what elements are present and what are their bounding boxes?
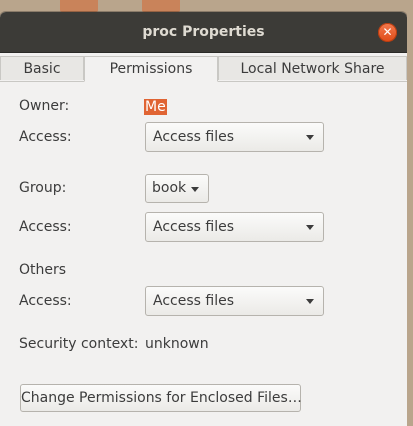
- chevron-down-icon: [191, 187, 199, 192]
- desktop-folder-icon: [60, 0, 98, 12]
- window-title: proc Properties: [142, 24, 265, 40]
- owner-label: Owner:: [19, 98, 70, 114]
- tab-permissions[interactable]: Permissions: [84, 56, 218, 82]
- chevron-down-icon: [306, 299, 314, 304]
- owner-access-label: Access:: [19, 129, 72, 145]
- group-value: book: [152, 180, 187, 196]
- others-label: Others: [19, 262, 67, 278]
- owner-access-dropdown[interactable]: Access files: [145, 122, 324, 152]
- security-context-label: Security context:: [19, 336, 139, 352]
- chevron-down-icon: [306, 135, 314, 140]
- owner-value: Me: [144, 99, 167, 115]
- owner-access-value: Access files: [153, 129, 234, 145]
- close-icon: ✕: [382, 25, 393, 39]
- group-access-dropdown[interactable]: Access files: [145, 212, 324, 242]
- others-access-label: Access:: [19, 293, 72, 309]
- group-access-value: Access files: [153, 219, 234, 235]
- chevron-down-icon: [306, 225, 314, 230]
- tab-local-network-share[interactable]: Local Network Share: [218, 56, 407, 80]
- tab-basic[interactable]: Basic: [0, 56, 84, 80]
- close-button[interactable]: ✕: [378, 23, 397, 42]
- change-enclosed-permissions-button[interactable]: Change Permissions for Enclosed Files…: [20, 384, 302, 412]
- group-access-label: Access:: [19, 219, 72, 235]
- titlebar: proc Properties ✕: [0, 12, 407, 53]
- desktop-folder-icon: [142, 0, 180, 12]
- others-access-value: Access files: [153, 293, 234, 309]
- security-context-value: unknown: [145, 336, 209, 352]
- others-access-dropdown[interactable]: Access files: [145, 286, 324, 316]
- desktop-background: [407, 12, 413, 426]
- group-label: Group:: [19, 180, 67, 196]
- properties-dialog: proc Properties ✕ Basic Permissions Loca…: [0, 12, 407, 426]
- tab-bar: Basic Permissions Local Network Share: [0, 53, 407, 82]
- group-dropdown[interactable]: book: [145, 174, 209, 203]
